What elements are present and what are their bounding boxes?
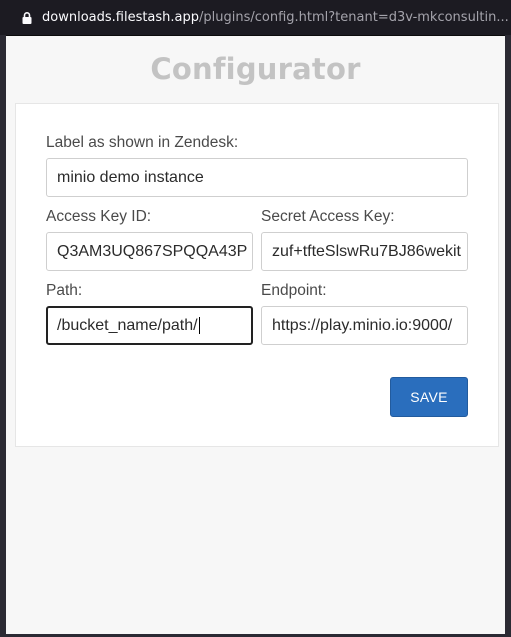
save-button[interactable]: SAVE (390, 377, 468, 417)
page-content: Configurator Label as shown in Zendesk: … (6, 35, 505, 634)
config-form-card: Label as shown in Zendesk: minio demo in… (15, 103, 499, 447)
page-title: Configurator (150, 52, 361, 86)
secret-key-input[interactable]: zuf+tfteSlswRu7BJ86wekit (261, 232, 468, 271)
access-key-value: Q3AM3UQ867SPQQA43P (57, 242, 248, 260)
address-bar[interactable]: downloads.filestash.app/plugins/config.h… (0, 0, 511, 35)
path-input[interactable]: /bucket_name/path/ (46, 306, 253, 345)
label-field-label: Label as shown in Zendesk: (46, 134, 239, 151)
path-value: /bucket_name/path/ (57, 316, 198, 334)
url-path: /plugins/config.html?tenant=d3v-mkconsul… (199, 10, 509, 25)
path-label: Path: (46, 282, 83, 299)
label-input-value: minio demo instance (57, 168, 204, 186)
access-key-input[interactable]: Q3AM3UQ867SPQQA43P (46, 232, 253, 271)
secret-key-value: zuf+tfteSlswRu7BJ86wekit (272, 242, 461, 260)
endpoint-value: https://play.minio.io:9000/ (272, 316, 453, 334)
secret-key-label: Secret Access Key: (261, 208, 395, 225)
text-caret (198, 317, 200, 334)
browser-window: downloads.filestash.app/plugins/config.h… (0, 0, 511, 637)
endpoint-label: Endpoint: (261, 282, 327, 299)
label-input[interactable]: minio demo instance (46, 158, 468, 197)
endpoint-input[interactable]: https://play.minio.io:9000/ (261, 306, 468, 345)
url-host: downloads.filestash.app (42, 10, 200, 25)
lock-icon[interactable] (20, 11, 34, 25)
access-key-label: Access Key ID: (46, 208, 152, 225)
